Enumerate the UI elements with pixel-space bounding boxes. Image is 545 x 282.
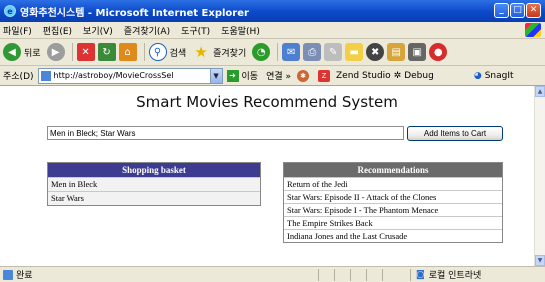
shopping-basket-header: Shopping basket [48,163,260,177]
address-input[interactable]: http://astroboy/MovieCrossSel [37,67,211,84]
menu-view[interactable]: 보기(V) [83,24,113,37]
vertical-scrollbar[interactable]: ▲ ▼ [534,86,545,266]
status-divider [410,269,411,281]
menu-bar: 파일(F) 편집(E) 보기(V) 즐겨찾기(A) 도구(T) 도움말(H) [0,22,545,39]
toolbar-separator [277,43,279,61]
menu-edit[interactable]: 편집(E) [43,24,72,37]
menu-help[interactable]: 도움말(H) [221,24,260,37]
status-divider [334,269,335,281]
search-icon[interactable]: ⚲ [148,43,167,61]
home-icon[interactable]: ⌂ [118,43,137,61]
page-icon [40,70,51,81]
page-done-icon [3,269,13,280]
messenger-icon[interactable]: ✖ [366,43,385,61]
menu-favorites[interactable]: 즐겨찾기(A) [124,24,170,37]
refresh-icon[interactable]: ↻ [97,43,116,61]
address-dropdown-icon[interactable]: ▼ [210,67,223,84]
maximize-button[interactable]: □ [510,3,525,18]
ie-icon: e [4,5,16,17]
go-arrow-icon[interactable]: ➜ [226,69,239,82]
recommendations-panel: Recommendations Return of the Jedi Star … [283,162,503,243]
status-divider [350,269,351,281]
edit-icon[interactable]: ✎ [324,43,343,61]
recommendation-item[interactable]: Return of the Jedi [284,177,502,190]
add-items-button[interactable]: Add Items to Cart [407,126,503,141]
basket-item[interactable]: Men in Bleck [48,177,260,191]
page-content: Smart Movies Recommend System Add Items … [0,86,534,266]
zone-label: 로컬 인트라넷 [428,271,482,281]
minimize-button[interactable]: _ [494,3,509,18]
windows-logo-icon [525,23,541,37]
toolbar-separator [143,43,145,61]
status-divider [318,269,319,281]
back-arrow-icon[interactable]: ◀ [3,43,21,61]
recommendation-item[interactable]: Indiana Jones and the Last Crusade [284,229,502,242]
history-icon[interactable]: ◔ [252,43,271,61]
snagit-icon: ◕ [473,70,482,81]
forward-arrow-icon[interactable]: ▶ [46,43,65,61]
shopping-basket-panel: Shopping basket Men in Bleck Star Wars [47,162,261,206]
mail-icon[interactable]: ✉ [282,43,301,61]
back-button-label[interactable]: 뒤로 [24,46,41,59]
favorites-button-label[interactable]: 즐겨찾기 [213,46,246,59]
status-divider [366,269,367,281]
recommendation-item[interactable]: Star Wars: Episode II - Attack of the Cl… [284,190,502,203]
debug-button[interactable]: Debug [404,71,434,81]
intranet-icon: ◙ [416,269,425,280]
plugin-icon[interactable]: ✱ [297,69,310,82]
basket-item[interactable]: Star Wars [48,191,260,205]
research-icon[interactable]: ▤ [387,43,406,61]
status-text: 완료 [16,271,33,281]
recommendations-header: Recommendations [284,163,502,177]
address-label: 주소(D) [3,72,34,82]
menu-tools[interactable]: 도구(T) [181,24,210,37]
address-bar: 주소(D) http://astroboy/MovieCrossSel ▼ ➜ … [0,66,545,86]
scroll-down-icon[interactable]: ▼ [535,255,545,266]
print-icon[interactable]: ⎙ [303,43,322,61]
recommendation-item[interactable]: The Empire Strikes Back [284,216,502,229]
toolbar-plugin-icon[interactable]: ● [429,43,448,61]
links-button[interactable]: 연결 » [266,69,291,82]
recommendation-item[interactable]: Star Wars: Episode I - The Phantom Menac… [284,203,502,216]
address-url: http://astroboy/MovieCrossSel [53,71,174,80]
search-button-label[interactable]: 검색 [170,46,187,59]
standard-toolbar: ◀ 뒤로 ▶ ✕ ↻ ⌂ ⚲ 검색 ★ 즐겨찾기 ◔ ✉ ⎙ ✎ ▬ ✖ ▤ ▣… [0,39,545,66]
menu-file[interactable]: 파일(F) [3,24,32,37]
toolbar-separator [71,43,73,61]
movie-search-input[interactable] [47,126,404,140]
scroll-up-icon[interactable]: ▲ [535,86,545,97]
status-divider [382,269,383,281]
zend-studio-button[interactable]: Zend Studio [336,71,391,81]
debug-bug-icon: ✲ [393,70,402,81]
window-titlebar[interactable]: e 영화추천시스템 - Microsoft Internet Explorer … [0,0,545,22]
security-zone: ◙ 로컬 인트라넷 [416,268,482,282]
close-button[interactable]: ✕ [526,3,541,18]
window-title: 영화추천시스템 - Microsoft Internet Explorer [20,7,249,19]
stop-icon[interactable]: ✕ [76,43,95,61]
zend-icon: Z [318,69,331,82]
go-button[interactable]: 이동 [242,69,259,82]
page-title: Smart Movies Recommend System [136,93,398,111]
folder-icon[interactable]: ▬ [345,43,364,61]
snagit-button[interactable]: SnagIt [485,71,514,81]
status-bar: 완료 ◙ 로컬 인트라넷 [0,266,545,282]
media-icon[interactable]: ▣ [408,43,427,61]
favorites-star-icon[interactable]: ★ [192,43,210,61]
